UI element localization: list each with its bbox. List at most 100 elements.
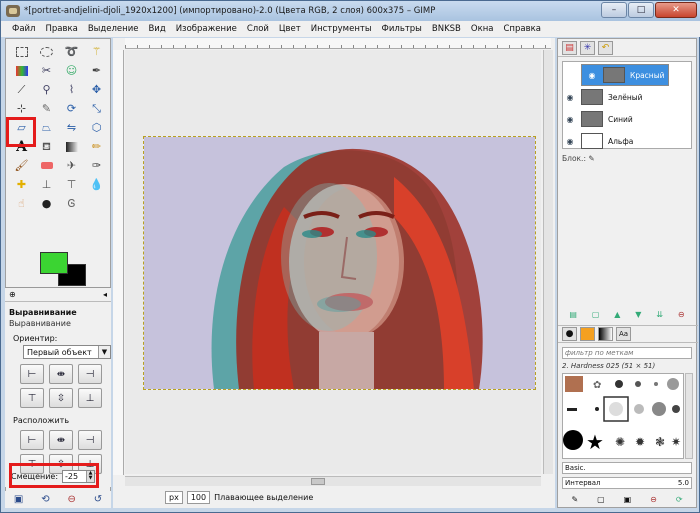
align-tool[interactable]: ⊹ [9, 99, 34, 118]
align-top-button[interactable]: ⊤ [20, 388, 44, 408]
paths-tool[interactable]: ✒ [84, 61, 109, 80]
fonts-tab-icon[interactable]: Aa [616, 327, 631, 341]
align-center-button[interactable]: ⇼ [49, 364, 73, 384]
align-middle-button[interactable]: ⇳ [49, 388, 73, 408]
menu-edit[interactable]: Правка [40, 24, 82, 34]
eye-icon[interactable]: ◉ [563, 115, 577, 124]
heal-tool[interactable]: ✚ [9, 175, 34, 194]
layer-row-red[interactable]: ◉ Красный [581, 64, 669, 86]
duplicate-brush-icon[interactable]: ▣ [624, 495, 632, 504]
patterns-tab-icon[interactable] [580, 327, 595, 341]
layer-row-blue[interactable]: ◉ Синий [563, 108, 691, 130]
menu-tools[interactable]: Инструменты [306, 24, 377, 34]
smudge-tool[interactable]: ☝ [9, 194, 34, 213]
ellipse-select-tool[interactable] [34, 42, 59, 61]
menu-view[interactable]: Вид [143, 24, 170, 34]
layer-row-green[interactable]: ◉ Зелёный [563, 86, 691, 108]
brush-scrollbar[interactable] [685, 373, 693, 459]
align-left-button[interactable]: ⊢ [20, 364, 44, 384]
menu-filters[interactable]: Фильтры [377, 24, 427, 34]
cage-tool[interactable]: ⬡ [84, 118, 109, 137]
fuzzy-select-tool[interactable]: ⚚ [84, 42, 109, 61]
refresh-brushes-icon[interactable]: ⟳ [676, 495, 683, 504]
scissors-tool[interactable]: ✂ [34, 61, 59, 80]
lower-icon[interactable]: ▼ [635, 310, 641, 319]
zoom-tool[interactable]: ⚲ [34, 80, 59, 99]
layer-row-alpha[interactable]: ◉ Альфа [563, 130, 691, 152]
menu-file[interactable]: Файл [7, 24, 40, 34]
eye-icon[interactable]: ◉ [585, 71, 599, 80]
lock-brush-icon[interactable]: ✎ [588, 154, 594, 163]
brush-filter-input[interactable]: фильтр по меткам [562, 347, 692, 359]
align-right-button[interactable]: ⊣ [78, 364, 102, 384]
align-bottom-button[interactable]: ⊥ [78, 388, 102, 408]
zoom-select[interactable]: 100 [186, 490, 211, 504]
rotate-tool[interactable]: ⟳ [59, 99, 84, 118]
eye-icon[interactable]: ◉ [563, 93, 577, 102]
brush-grid[interactable]: ✿ ★ ✺ ✹ ❃ ✷ [562, 373, 684, 459]
delete-options-icon[interactable]: ⊖ [67, 494, 75, 505]
relative-to-select[interactable]: Первый объект ▼ [23, 345, 111, 359]
vertical-scrollbar[interactable] [543, 50, 553, 474]
image-viewport[interactable] [125, 50, 541, 474]
menu-layer[interactable]: Слой [242, 24, 274, 34]
raise-icon[interactable]: ▲ [614, 310, 620, 319]
horizontal-scrollbar[interactable] [125, 476, 541, 486]
undo-tab-icon[interactable]: ↶ [598, 40, 613, 55]
dodge-burn-tool[interactable]: ● [34, 194, 59, 213]
new-brush-icon[interactable]: ▢ [597, 495, 605, 504]
unit-select[interactable]: px [165, 490, 183, 504]
menu-color[interactable]: Цвет [274, 24, 306, 34]
foreground-color[interactable] [40, 252, 68, 274]
blend-tool[interactable] [59, 137, 84, 156]
restore-options-icon[interactable]: ⟲ [41, 494, 49, 505]
gradients-tab-icon[interactable] [598, 327, 613, 341]
menu-image[interactable]: Изображение [171, 24, 242, 34]
minimize-button[interactable]: – [601, 2, 627, 18]
tool-options-tab-icon[interactable]: ⊕ [9, 290, 16, 299]
spacing-slider[interactable]: Интервал 5.0 [562, 477, 692, 489]
foreground-select-tool[interactable]: ☺ [59, 61, 84, 80]
delete-layer-icon[interactable]: ⊖ [678, 310, 685, 319]
distribute-center-button[interactable]: ⇼ [49, 430, 73, 450]
eraser-tool[interactable] [34, 156, 59, 175]
brushes-tab-icon[interactable]: ● [562, 327, 577, 341]
distribute-right-button[interactable]: ⊣ [78, 430, 102, 450]
flip-tool[interactable]: ⇋ [59, 118, 84, 137]
rect-select-tool[interactable] [9, 42, 34, 61]
ink-tool[interactable]: ✑ [84, 156, 109, 175]
menu-help[interactable]: Справка [498, 24, 545, 34]
airbrush-tool[interactable]: ✈ [59, 156, 84, 175]
brush-preset-select[interactable]: Basic. [562, 462, 692, 474]
anaglyph-portrait[interactable] [143, 136, 536, 390]
eye-icon[interactable]: ◉ [563, 137, 577, 146]
perspective-clone-tool[interactable]: ⊤ [59, 175, 84, 194]
pencil-tool[interactable]: ✏ [84, 137, 109, 156]
perspective-tool[interactable]: ⏢ [34, 118, 59, 137]
reset-options-icon[interactable]: ↺ [94, 494, 102, 505]
blur-tool[interactable]: 💧 [84, 175, 109, 194]
measure-tool[interactable]: ⌇ [59, 80, 84, 99]
close-button[interactable]: ✕ [655, 2, 697, 18]
save-options-icon[interactable]: ▣ [14, 494, 23, 505]
maximize-button[interactable]: □ [628, 2, 654, 18]
menu-bnksb[interactable]: BNKSB [427, 24, 466, 34]
scroll-thumb[interactable] [311, 478, 325, 485]
channels-tab-icon[interactable]: ✳ [580, 40, 595, 55]
distribute-left-button[interactable]: ⊢ [20, 430, 44, 450]
layers-tab-icon[interactable]: ▤ [562, 40, 577, 55]
merge-icon[interactable]: ⇊ [656, 310, 663, 319]
edit-brush-icon[interactable]: ✎ [571, 495, 578, 504]
bucket-fill-tool[interactable]: ⛾ [34, 137, 59, 156]
gegl-tool[interactable]: Ꮆ [59, 194, 84, 213]
select-by-color-tool[interactable] [9, 61, 34, 80]
menu-windows[interactable]: Окна [466, 24, 499, 34]
new-layer-icon[interactable]: ▤ [569, 310, 577, 319]
scale-tool[interactable]: ⤡ [84, 99, 109, 118]
move-tool[interactable]: ✥ [84, 80, 109, 99]
duplicate-icon[interactable]: ▢ [592, 310, 600, 319]
delete-brush-icon[interactable]: ⊖ [650, 495, 657, 504]
free-select-tool[interactable]: ➰ [59, 42, 84, 61]
color-picker-tool[interactable]: ⟋ [9, 80, 34, 99]
crop-tool[interactable]: ✎ [34, 99, 59, 118]
